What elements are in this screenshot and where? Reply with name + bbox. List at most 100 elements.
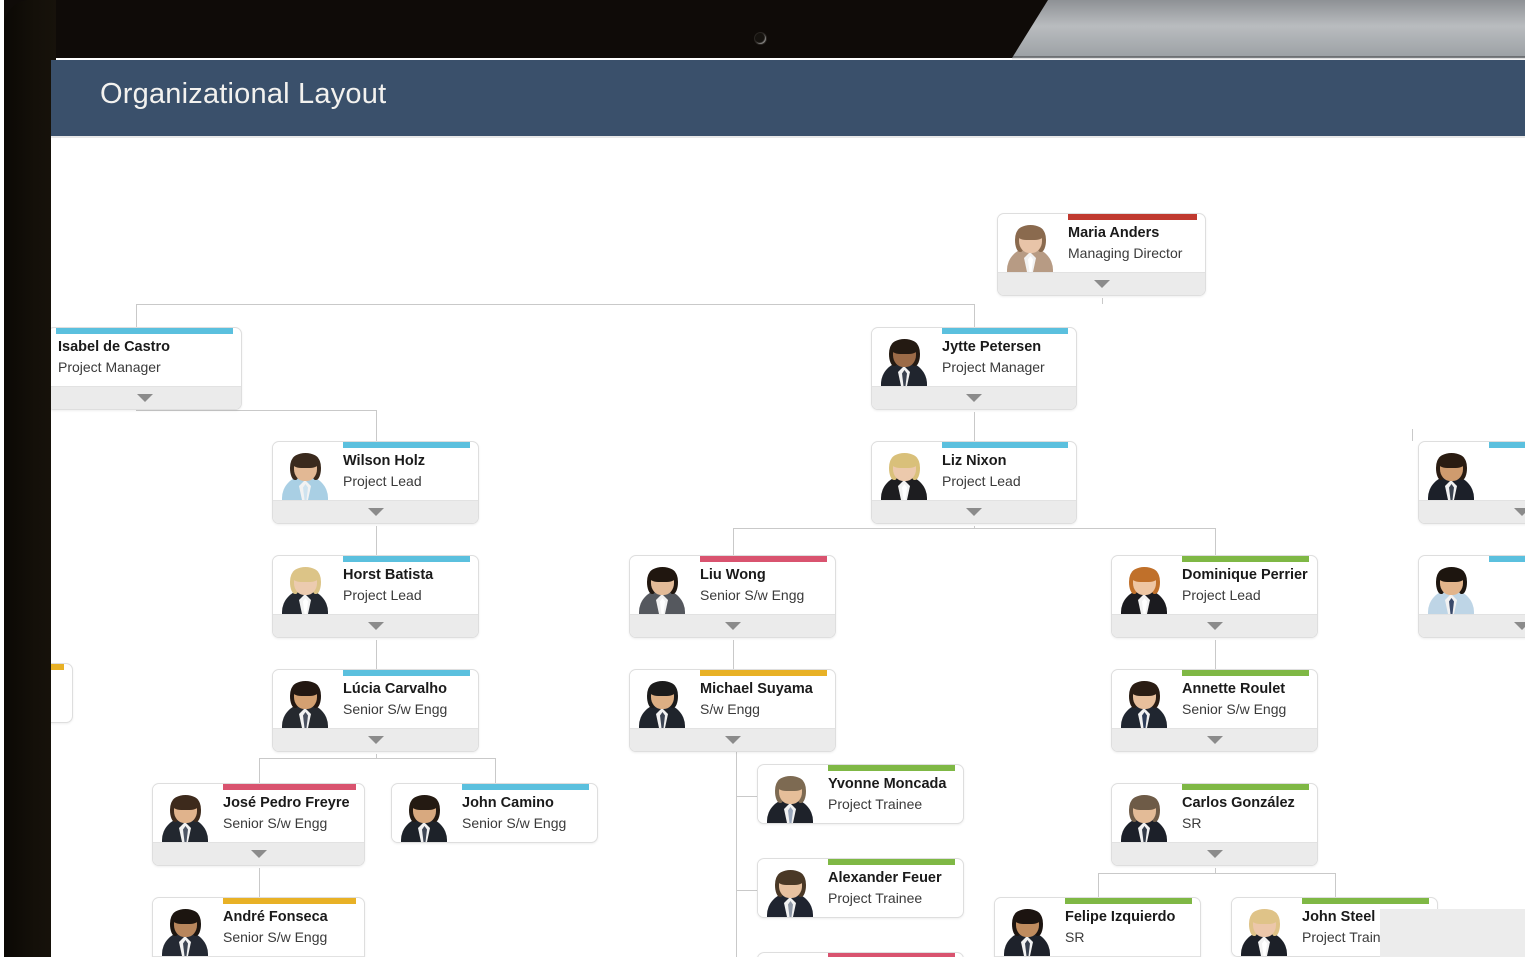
org-node-text: Wilson HolzProject Lead [337, 442, 478, 500]
org-node-collapse-toggle[interactable] [1112, 728, 1317, 751]
org-node-collapse-toggle[interactable] [153, 842, 364, 865]
org-node-name: Dominique Perrier [1182, 567, 1309, 584]
org-node-liz[interactable]: Liz NixonProject Lead [871, 441, 1077, 524]
org-node-edge-left[interactable] [51, 663, 73, 723]
connector-vertical [1215, 640, 1216, 669]
org-node-collapse-toggle[interactable] [630, 728, 835, 751]
camera-dot-icon [755, 33, 766, 44]
connector-vertical [1215, 528, 1216, 555]
org-node-maria[interactable]: Maria AndersManaging Director [997, 213, 1206, 296]
org-node-andre[interactable]: André FonsecaSenior S/w Engg [152, 897, 365, 957]
caret-down-icon [1207, 850, 1223, 858]
org-node-role: Project Manager [58, 358, 233, 376]
org-node-edge-right-2[interactable] [1418, 555, 1525, 638]
org-node-art[interactable]: Art BraunschweigerProject Trainee [757, 952, 964, 957]
org-node-collapse-toggle[interactable] [1112, 614, 1317, 637]
org-node-body: Isabel de Castro Project Manager [51, 328, 241, 386]
org-node-role: SR [1182, 814, 1309, 832]
org-node-text: André FonsecaSenior S/w Engg [217, 898, 364, 956]
org-node-role: Project Lead [942, 472, 1068, 490]
org-node-role: Project Lead [343, 472, 470, 490]
org-node-collapse-toggle[interactable] [872, 500, 1076, 523]
org-node-text: Lúcia CarvalhoSenior S/w Engg [337, 670, 478, 728]
avatar [630, 558, 694, 614]
org-node-alexander[interactable]: Alexander FeuerProject Trainee [757, 858, 964, 918]
org-node-body: Liu WongSenior S/w Engg [630, 556, 835, 614]
org-node-accent-bar [1489, 556, 1525, 562]
org-node-accent-bar [223, 898, 356, 904]
org-node-text: Annette RouletSenior S/w Engg [1176, 670, 1317, 728]
connector-vertical [495, 758, 496, 783]
org-node-accent-bar [700, 556, 827, 562]
caret-down-icon [966, 394, 982, 402]
org-node-name: Maria Anders [1068, 225, 1197, 242]
org-node-body: Felipe IzquierdoSR [995, 898, 1200, 956]
org-node-jose[interactable]: José Pedro FreyreSenior S/w Engg [152, 783, 365, 866]
org-node-collapse-toggle[interactable] [998, 272, 1205, 295]
avatar [758, 767, 822, 823]
org-node-collapse-toggle[interactable] [872, 386, 1076, 409]
org-chart-canvas[interactable]: Maria AndersManaging Director Isabel de C… [51, 138, 1525, 957]
org-node-collapse-toggle[interactable] [1112, 842, 1317, 865]
avatar [1419, 444, 1483, 500]
org-node-collapse-toggle[interactable] [1419, 500, 1525, 523]
org-node-accent-bar [223, 784, 356, 790]
org-node-role: Senior S/w Engg [462, 814, 589, 832]
org-node-collapse-toggle[interactable] [273, 728, 478, 751]
org-node-name: Lúcia Carvalho [343, 681, 470, 698]
org-node-body: Michael SuyamaS/w Engg [630, 670, 835, 728]
org-node-name: John Camino [462, 795, 589, 812]
org-node-accent-bar [343, 442, 470, 448]
org-node-dominique[interactable]: Dominique Perrier Project Lead [1111, 555, 1318, 638]
org-node-lucia[interactable]: Lúcia CarvalhoSenior S/w Engg [272, 669, 479, 752]
org-node-body: Annette RouletSenior S/w Engg [1112, 670, 1317, 728]
org-node-role: Senior S/w Engg [223, 814, 356, 832]
org-node-name: Isabel de Castro [58, 339, 233, 356]
connector-horizontal [736, 796, 757, 797]
org-node-felipe[interactable]: Felipe IzquierdoSR [994, 897, 1201, 957]
avatar [1419, 558, 1483, 614]
org-node-liu[interactable]: Liu WongSenior S/w Engg [629, 555, 836, 638]
org-node-text: Felipe IzquierdoSR [1059, 898, 1200, 956]
org-node-horst[interactable]: Horst BatistaProject Lead [272, 555, 479, 638]
org-node-annette[interactable]: Annette RouletSenior S/w Engg [1111, 669, 1318, 752]
avatar [273, 558, 337, 614]
connector-horizontal [136, 410, 376, 411]
scroll-strip-background [1380, 909, 1525, 957]
page-title: Organizational Layout [100, 78, 386, 111]
org-node-collapse-toggle[interactable] [1419, 614, 1525, 637]
laptop-device-frame: Organizational Layout Maria AndersManagi… [0, 0, 1525, 957]
org-node-body: Alexander FeuerProject Trainee [758, 859, 963, 917]
org-node-camino[interactable]: John Camino Senior S/w Engg [391, 783, 598, 843]
connector-vertical [1412, 429, 1413, 441]
org-node-carlos[interactable]: Carlos GonzálezSR [1111, 783, 1318, 866]
org-node-isabel[interactable]: Isabel de Castro Project Manager [51, 327, 242, 410]
org-node-name: Yvonne Moncada [828, 776, 955, 793]
org-node-jytte[interactable]: Jytte PetersenProject Manager [871, 327, 1077, 410]
org-node-body [51, 664, 72, 722]
org-node-name: Michael Suyama [700, 681, 827, 698]
org-node-collapse-toggle[interactable] [273, 614, 478, 637]
org-node-yvonne[interactable]: Yvonne MoncadaProject Trainee [757, 764, 964, 824]
avatar [630, 672, 694, 728]
caret-down-icon [251, 850, 267, 858]
org-node-collapse-toggle[interactable] [273, 500, 478, 523]
avatar [273, 444, 337, 500]
org-node-text: Alexander FeuerProject Trainee [822, 859, 963, 917]
connector-vertical [733, 640, 734, 669]
org-node-collapse-toggle[interactable] [630, 614, 835, 637]
org-node-edge-right-1[interactable] [1418, 441, 1525, 524]
org-node-body: Yvonne MoncadaProject Trainee [758, 765, 963, 823]
org-node-wilson[interactable]: Wilson HolzProject Lead [272, 441, 479, 524]
org-node-text [1483, 556, 1525, 614]
org-node-michael[interactable]: Michael SuyamaS/w Engg [629, 669, 836, 752]
org-node-role: SR [1065, 928, 1192, 946]
caret-down-icon [1207, 622, 1223, 630]
connector-horizontal [259, 758, 495, 759]
org-node-role: Senior S/w Engg [1182, 700, 1309, 718]
org-node-collapse-toggle[interactable] [51, 386, 241, 409]
org-node-accent-bar [828, 953, 955, 957]
org-node-accent-bar [1302, 898, 1429, 904]
connector-vertical [1102, 298, 1103, 304]
org-node-role: Project Lead [1182, 586, 1309, 604]
